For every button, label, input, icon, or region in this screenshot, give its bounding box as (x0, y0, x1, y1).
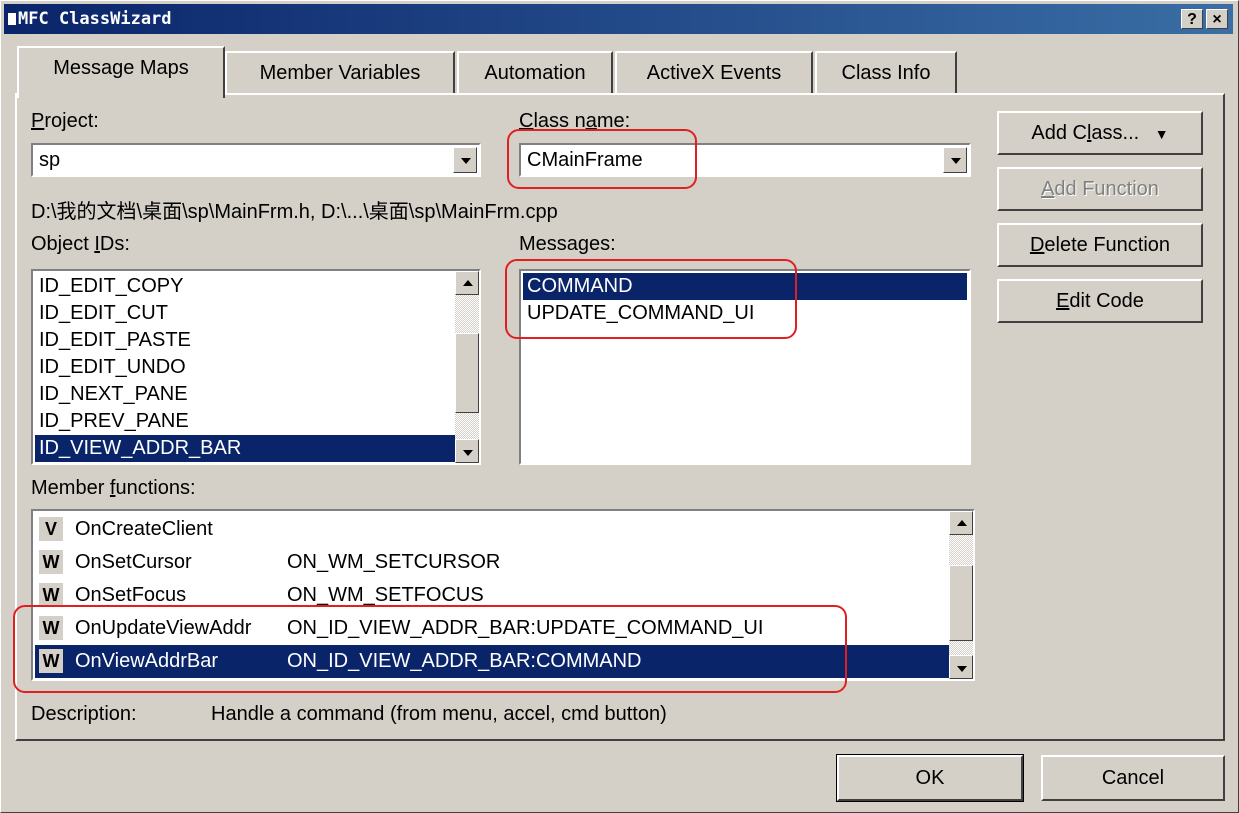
add-class-label: Add Class... (1031, 122, 1140, 144)
dropdown-arrow-icon: ▼ (1154, 126, 1169, 142)
edit-code-button[interactable]: Edit Code (997, 279, 1203, 323)
ok-button[interactable]: OK (836, 754, 1024, 802)
function-name: OnViewAddrBar (75, 650, 219, 672)
chevron-down-icon (957, 666, 967, 672)
scroll-down-button[interactable] (949, 655, 973, 679)
chevron-down-icon (463, 450, 473, 456)
list-item[interactable]: ID_EDIT_COPY (35, 273, 455, 300)
scroll-thumb[interactable] (455, 333, 479, 413)
messages-label: Messages: (519, 233, 616, 255)
files-path: D:\我的文档\桌面\sp\MainFrm.h, D:\...\桌面\sp\Ma… (31, 201, 558, 223)
chevron-up-icon (463, 280, 473, 286)
table-row[interactable]: W OnUpdateViewAddr ON_ID_VIEW_ADDR_BAR:U… (35, 612, 949, 645)
classname-value: CMainFrame (527, 149, 643, 171)
table-row[interactable]: W OnSetFocus ON_WM_SETFOCUS (35, 579, 949, 612)
chevron-down-icon (461, 158, 471, 164)
app-icon (8, 13, 16, 25)
help-button[interactable]: ? (1181, 9, 1203, 29)
project-combo[interactable]: sp (31, 143, 481, 177)
add-class-button[interactable]: Add Class... ▼ (997, 111, 1203, 155)
window-title: MFC ClassWizard (18, 9, 172, 29)
function-name: OnCreateClient (75, 518, 213, 540)
function-map: ON_WM_SETCURSOR (287, 551, 501, 573)
list-item[interactable]: ID_EDIT_CUT (35, 300, 455, 327)
member-functions-list[interactable]: V OnCreateClient W OnSetCursor ON_WM_SET… (31, 509, 975, 681)
description-label: Description: (31, 703, 137, 725)
list-item[interactable]: ID_PREV_PANE (35, 408, 455, 435)
classname-label: Class name: (519, 110, 631, 132)
messages-list[interactable]: COMMAND UPDATE_COMMAND_UI (519, 269, 971, 465)
list-item[interactable]: ID_NEXT_PANE (35, 381, 455, 408)
chevron-down-icon (951, 158, 961, 164)
windows-message-badge-icon: W (39, 583, 63, 607)
function-name: OnUpdateViewAddr (75, 617, 252, 639)
tab-message-maps[interactable]: Message Maps (17, 46, 225, 98)
scroll-thumb[interactable] (949, 565, 973, 641)
object-ids-label: Object IDs: (31, 233, 130, 255)
scroll-down-button[interactable] (455, 439, 479, 463)
title-bar[interactable]: MFC ClassWizard ? × (4, 4, 1233, 34)
member-functions-label: Member functions: (31, 477, 196, 499)
list-item-selected[interactable]: ID_VIEW_ADDR_BAR (35, 435, 455, 462)
list-item[interactable]: ID_EDIT_PASTE (35, 327, 455, 354)
chevron-up-icon (957, 520, 967, 526)
classwizard-window: MFC ClassWizard ? × Message Maps Member … (0, 0, 1239, 813)
windows-message-badge-icon: W (39, 550, 63, 574)
delete-function-button[interactable]: Delete Function (997, 223, 1203, 267)
scroll-up-button[interactable] (455, 271, 479, 295)
list-item[interactable]: UPDATE_COMMAND_UI (523, 300, 967, 327)
function-map: ON_ID_VIEW_ADDR_BAR:COMMAND (287, 650, 642, 672)
classname-dropdown-button[interactable] (943, 147, 967, 173)
tab-member-variables[interactable]: Member Variables (225, 51, 455, 95)
function-name: OnSetCursor (75, 551, 192, 573)
cancel-button[interactable]: Cancel (1041, 755, 1225, 801)
windows-message-badge-icon: W (39, 616, 63, 640)
windows-message-badge-icon: W (39, 649, 63, 673)
tab-class-info[interactable]: Class Info (815, 51, 957, 95)
object-ids-list[interactable]: ID_EDIT_COPY ID_EDIT_CUT ID_EDIT_PASTE I… (31, 269, 481, 465)
list-item[interactable]: ID_EDIT_UNDO (35, 354, 455, 381)
list-item-selected[interactable]: COMMAND (523, 273, 967, 300)
classname-combo[interactable]: CMainFrame (519, 143, 971, 177)
table-row[interactable]: W OnSetCursor ON_WM_SETCURSOR (35, 546, 949, 579)
description-text: Handle a command (from menu, accel, cmd … (211, 703, 667, 725)
member-functions-scrollbar[interactable] (949, 511, 973, 679)
project-label: Project: (31, 110, 99, 132)
scroll-up-button[interactable] (949, 511, 973, 535)
function-map: ON_ID_VIEW_ADDR_BAR:UPDATE_COMMAND_UI (287, 617, 764, 639)
project-dropdown-button[interactable] (453, 147, 477, 173)
add-function-button[interactable]: Add Function (997, 167, 1203, 211)
function-map: ON_WM_SETFOCUS (287, 584, 484, 606)
function-name: OnSetFocus (75, 584, 187, 606)
close-button[interactable]: × (1206, 9, 1228, 29)
tab-activex-events[interactable]: ActiveX Events (615, 51, 813, 95)
table-row[interactable]: V OnCreateClient (35, 513, 949, 546)
virtual-badge-icon: V (39, 517, 63, 541)
project-value: sp (39, 149, 61, 171)
object-ids-scrollbar[interactable] (455, 271, 479, 463)
table-row-selected[interactable]: W OnViewAddrBar ON_ID_VIEW_ADDR_BAR:COMM… (35, 645, 949, 678)
tab-automation[interactable]: Automation (457, 51, 613, 95)
